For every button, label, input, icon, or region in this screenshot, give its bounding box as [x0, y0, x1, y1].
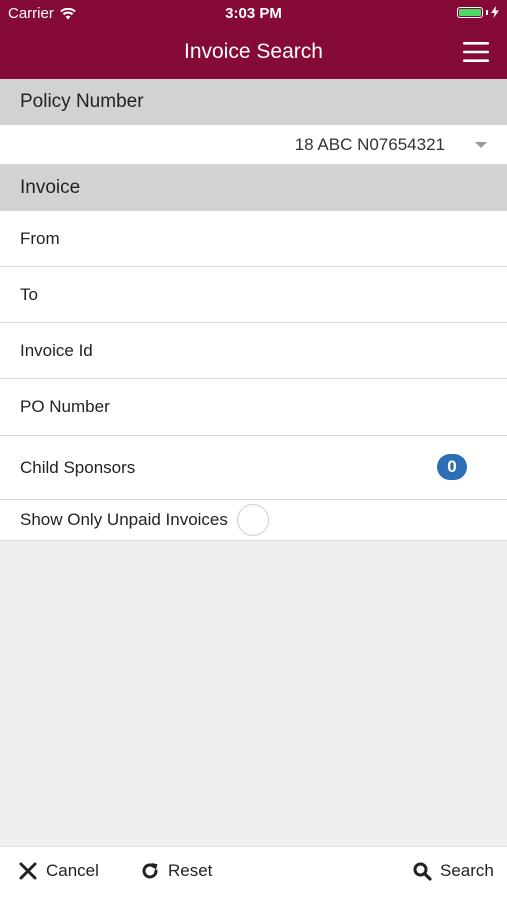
policy-number-value: 18 ABC N07654321 [294, 134, 445, 154]
policy-number-dropdown[interactable]: 18 ABC N07654321 [0, 125, 507, 165]
po-number-field[interactable]: PO Number [0, 379, 507, 436]
status-bar: Carrier 3:03 PM [0, 0, 507, 28]
search-button[interactable]: Search [413, 861, 494, 881]
invoice-section-header: Invoice [0, 165, 507, 211]
search-label: Search [440, 861, 494, 880]
from-date-field[interactable]: From [0, 211, 507, 267]
reset-label: Reset [168, 861, 213, 880]
chevron-down-icon [475, 141, 487, 148]
bottom-toolbar: Cancel Reset Search [0, 846, 507, 900]
policy-section-header: Policy Number [0, 79, 507, 125]
unpaid-invoices-label: Show Only Unpaid Invoices [20, 510, 228, 529]
po-number-label: PO Number [20, 397, 110, 416]
clock: 3:03 PM [225, 5, 282, 22]
charging-bolt-icon [491, 6, 499, 18]
refresh-icon [142, 863, 158, 879]
cancel-button[interactable]: Cancel [18, 861, 99, 881]
close-icon [19, 862, 37, 880]
page-title: Invoice Search [184, 40, 323, 63]
child-sponsors-row[interactable]: Child Sponsors 0 [0, 436, 507, 500]
navigation-bar: Invoice Search [0, 28, 507, 79]
from-label: From [20, 228, 60, 248]
child-sponsors-label: Child Sponsors [20, 457, 136, 477]
invoice-id-label: Invoice Id [20, 340, 93, 360]
reset-button[interactable]: Reset [140, 861, 212, 881]
invoice-id-field[interactable]: Invoice Id [0, 323, 507, 379]
to-label: To [20, 284, 38, 304]
to-date-field[interactable]: To [0, 267, 507, 323]
hamburger-menu-icon[interactable] [463, 42, 489, 62]
unpaid-invoices-row: Show Only Unpaid Invoices [0, 500, 507, 541]
battery-icon [457, 6, 499, 18]
child-sponsors-count-badge: 0 [437, 454, 467, 480]
invoice-section-label: Invoice [20, 177, 81, 198]
search-icon [413, 862, 432, 881]
cancel-label: Cancel [46, 861, 99, 880]
unpaid-invoices-toggle[interactable] [236, 504, 269, 536]
policy-section-label: Policy Number [20, 91, 144, 112]
